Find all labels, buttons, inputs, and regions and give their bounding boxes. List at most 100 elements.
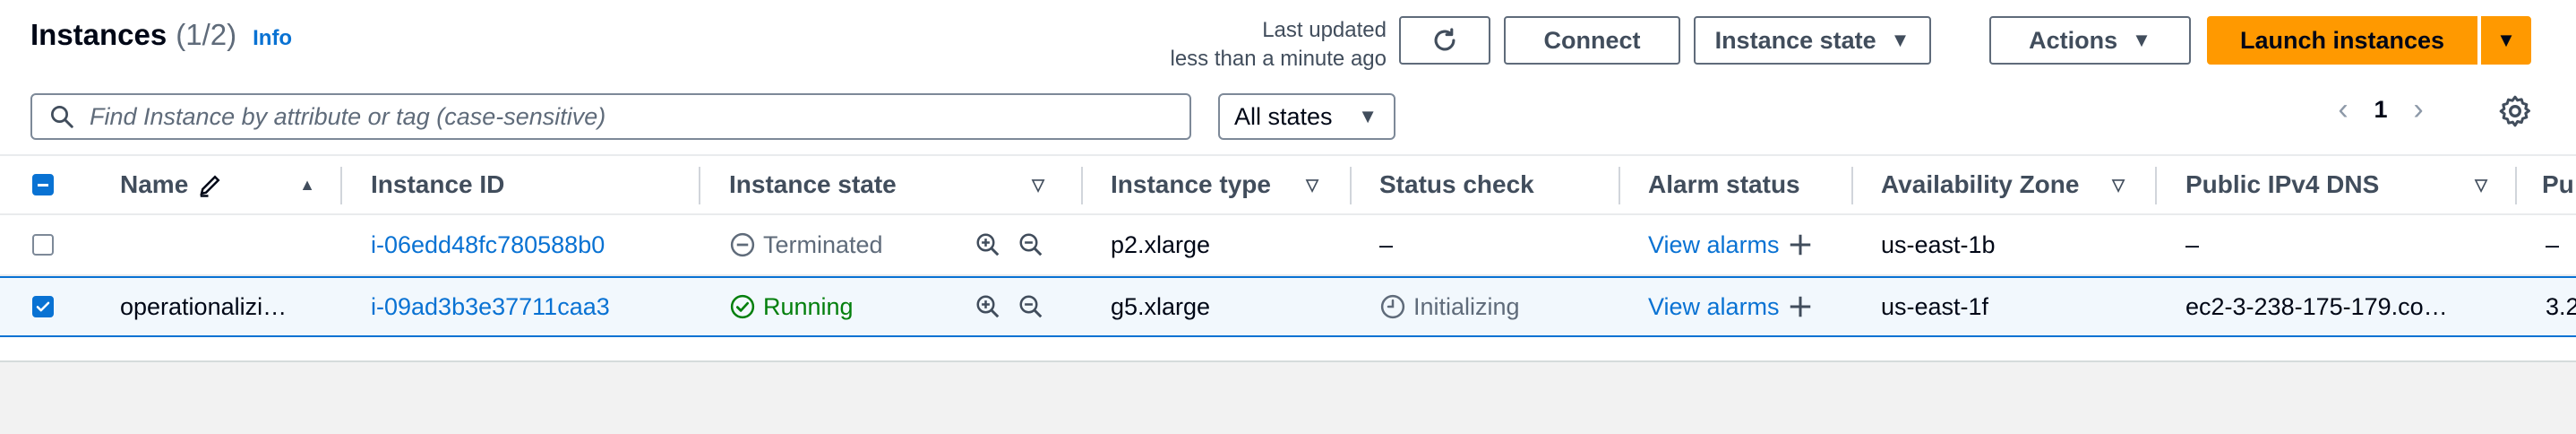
sort-icon[interactable]: ▽: [1032, 176, 1044, 195]
column-label: Instance state: [729, 170, 897, 198]
instance-id-link[interactable]: i-09ad3b3e37711caa3: [371, 278, 610, 335]
search-icon: [51, 106, 73, 128]
current-page[interactable]: 1: [2361, 96, 2400, 124]
public-dns-cell: –: [2185, 230, 2200, 258]
actions-label: Actions: [2029, 26, 2118, 54]
actions-dropdown[interactable]: Actions ▼: [1989, 16, 2191, 65]
public-ip-cell: –: [2546, 230, 2560, 258]
column-separator[interactable]: [1851, 167, 1853, 204]
alarm-status-cell: View alarms: [1648, 215, 1814, 274]
caret-down-icon: ▼: [1358, 105, 1378, 127]
launch-instances-button[interactable]: Launch instances: [2207, 16, 2477, 65]
success-check-icon: [730, 294, 755, 319]
row-checkbox-cell[interactable]: [32, 215, 54, 274]
last-updated: Last updated less than a minute ago: [1171, 16, 1387, 74]
column-separator[interactable]: [1081, 167, 1083, 204]
zoom-in-icon[interactable]: [975, 231, 1001, 258]
info-link[interactable]: Info: [253, 26, 292, 51]
launch-label: Launch instances: [2239, 26, 2445, 54]
instance-state-dropdown[interactable]: Instance state ▼: [1694, 16, 1931, 65]
availability-zone-cell: us-east-1f: [1881, 292, 1989, 320]
column-separator[interactable]: [1619, 167, 1620, 204]
table-row[interactable]: i-06edd48fc780588b0 Terminated p2.xlarge…: [0, 215, 2576, 276]
connect-label: Connect: [1543, 26, 1641, 54]
column-label: Name: [120, 170, 189, 198]
status-check-cell: –: [1379, 230, 1394, 258]
zoom-in-icon[interactable]: [975, 293, 1001, 320]
zoom-controls: [975, 215, 1060, 274]
search-bar[interactable]: [30, 93, 1191, 140]
view-alarms-link[interactable]: View alarms: [1648, 293, 1780, 321]
sort-icon[interactable]: ▽: [2112, 176, 2125, 195]
sort-icon[interactable]: ▽: [2475, 176, 2487, 195]
search-input[interactable]: [88, 101, 1148, 132]
column-separator[interactable]: [1350, 167, 1352, 204]
column-header-instance-id[interactable]: Instance ID: [371, 156, 693, 213]
caret-down-icon: ▼: [2496, 29, 2516, 51]
previous-page-icon[interactable]: ‹: [2325, 92, 2361, 127]
table-header: Name ▲ Instance ID Instance state ▽ Inst…: [0, 154, 2576, 215]
column-header-instance-state[interactable]: Instance state ▽: [729, 156, 1060, 213]
column-header-name[interactable]: Name ▲: [120, 156, 326, 213]
row-checkbox[interactable]: [32, 296, 54, 317]
column-label: Instance ID: [371, 170, 505, 198]
checkmark-icon: [36, 301, 50, 312]
state-filter-select[interactable]: All states ▼: [1218, 93, 1395, 140]
availability-zone-cell: us-east-1b: [1881, 230, 1996, 258]
page-header: Instances (1/2) Info: [30, 18, 292, 52]
column-label: Pu: [2542, 170, 2574, 198]
instances-panel: Instances (1/2) Info Last updated less t…: [0, 0, 2576, 362]
last-updated-value: less than a minute ago: [1170, 47, 1387, 71]
column-header-public-ip[interactable]: Pu: [2542, 156, 2576, 213]
state-filter-value: All states: [1234, 102, 1333, 130]
zoom-out-icon[interactable]: [1018, 293, 1044, 320]
zoom-out-icon[interactable]: [1018, 231, 1044, 258]
column-label: Availability Zone: [1881, 170, 2080, 198]
pagination: ‹ 1 ›: [2325, 90, 2436, 129]
instance-id-link[interactable]: i-06edd48fc780588b0: [371, 215, 605, 274]
column-header-availability-zone[interactable]: Availability Zone ▽: [1881, 156, 2141, 213]
launch-options-button[interactable]: ▼: [2481, 16, 2531, 65]
next-page-icon[interactable]: ›: [2400, 92, 2436, 127]
column-header-alarm-status[interactable]: Alarm status: [1648, 156, 1845, 213]
public-ip-cell: 3.2: [2546, 292, 2576, 320]
name-cell: operationalizi…: [120, 292, 288, 320]
row-checkbox-cell[interactable]: [32, 278, 54, 335]
instance-state-cell: Running: [729, 278, 854, 335]
select-all-checkbox[interactable]: [32, 174, 54, 195]
sort-icon[interactable]: ▽: [1306, 176, 1318, 195]
select-all-checkbox-cell[interactable]: [32, 156, 59, 213]
sort-ascending-icon[interactable]: ▲: [299, 176, 315, 195]
column-header-public-dns[interactable]: Public IPv4 DNS ▽: [2185, 156, 2503, 213]
status-check-cell: Initializing: [1379, 278, 1520, 335]
column-separator[interactable]: [699, 167, 700, 204]
column-separator[interactable]: [2155, 167, 2157, 204]
column-label: Status check: [1379, 170, 1534, 198]
column-separator[interactable]: [340, 167, 342, 204]
connect-button[interactable]: Connect: [1504, 16, 1680, 65]
column-header-status-check[interactable]: Status check: [1379, 156, 1612, 213]
table-row[interactable]: operationalizi… i-09ad3b3e37711caa3 Runn…: [0, 276, 2576, 337]
column-label: Public IPv4 DNS: [2185, 170, 2380, 198]
selection-count: (1/2): [176, 18, 237, 51]
instance-state-cell: Terminated: [729, 215, 883, 274]
instance-type-cell: p2.xlarge: [1111, 230, 1211, 258]
name-cell: [120, 215, 326, 274]
column-header-instance-type[interactable]: Instance type ▽: [1111, 156, 1335, 213]
refresh-icon: [1434, 28, 1455, 51]
instance-type-cell: g5.xlarge: [1111, 292, 1211, 320]
refresh-button[interactable]: [1399, 16, 1490, 65]
edit-pencil-icon: [200, 175, 220, 197]
instance-state-text: Terminated: [763, 230, 883, 258]
plus-icon[interactable]: [1787, 231, 1814, 258]
gear-icon[interactable]: [2497, 93, 2533, 129]
column-label: Alarm status: [1648, 170, 1800, 198]
status-check-text: Initializing: [1413, 292, 1520, 320]
view-alarms-link[interactable]: View alarms: [1648, 231, 1780, 259]
caret-down-icon: ▼: [1890, 29, 1911, 51]
column-separator[interactable]: [2515, 167, 2517, 204]
row-checkbox[interactable]: [32, 234, 54, 256]
stopped-icon: [730, 232, 755, 257]
pending-clock-icon: [1380, 294, 1405, 319]
plus-icon[interactable]: [1787, 293, 1814, 320]
